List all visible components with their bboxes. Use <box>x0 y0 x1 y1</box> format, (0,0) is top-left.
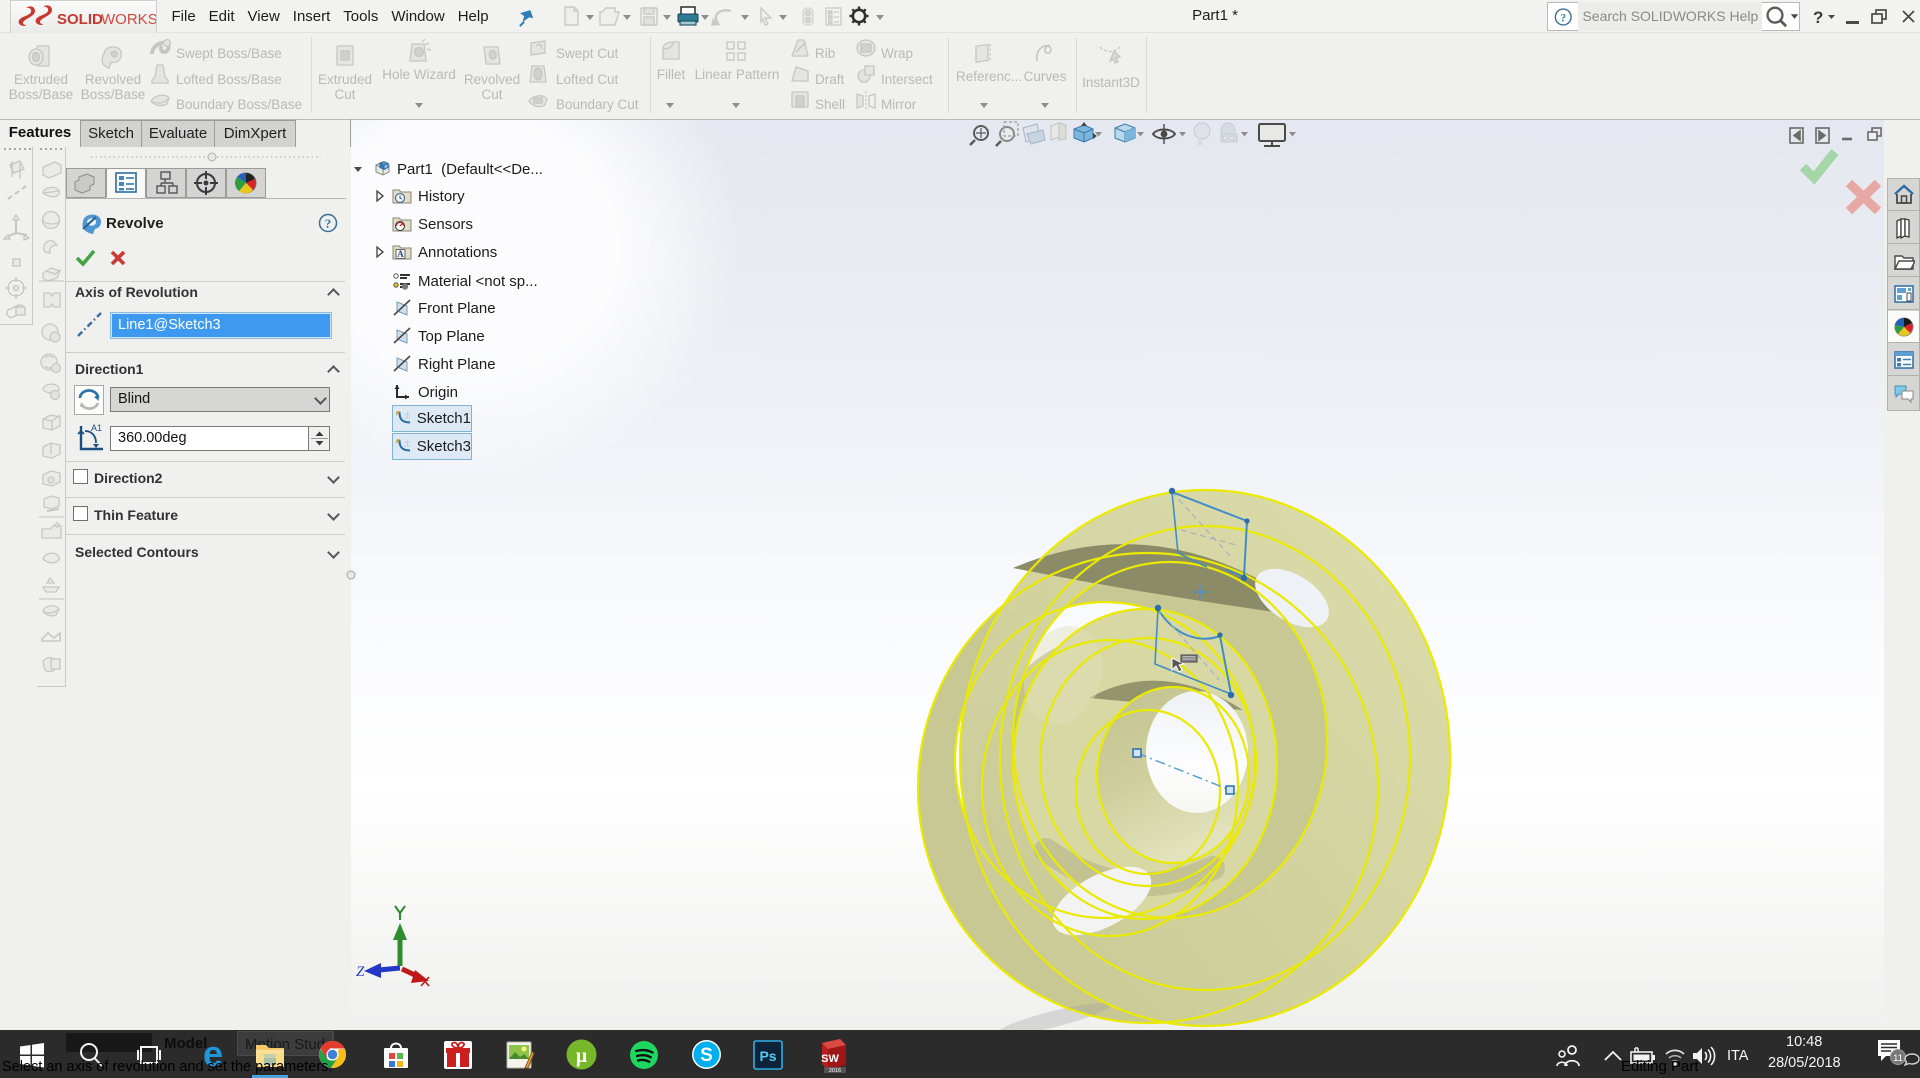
svg-text:Z: Z <box>356 964 365 980</box>
svg-text:µ: µ <box>576 1045 588 1067</box>
svg-text:A: A <box>397 249 404 259</box>
svg-text:11: 11 <box>1893 1053 1903 1064</box>
svg-text:SOLID: SOLID <box>57 11 103 28</box>
svg-text:A1: A1 <box>91 423 102 433</box>
svg-text:S: S <box>700 1045 713 1066</box>
svg-text:SW: SW <box>821 1053 839 1065</box>
svg-text:Ps: Ps <box>759 1048 776 1064</box>
svg-text:?: ? <box>1560 12 1566 24</box>
svg-text:2016: 2016 <box>829 1068 841 1073</box>
svg-text:WORKS: WORKS <box>101 11 156 28</box>
svg-text:?: ? <box>325 216 332 231</box>
svg-text:?: ? <box>1813 8 1823 27</box>
